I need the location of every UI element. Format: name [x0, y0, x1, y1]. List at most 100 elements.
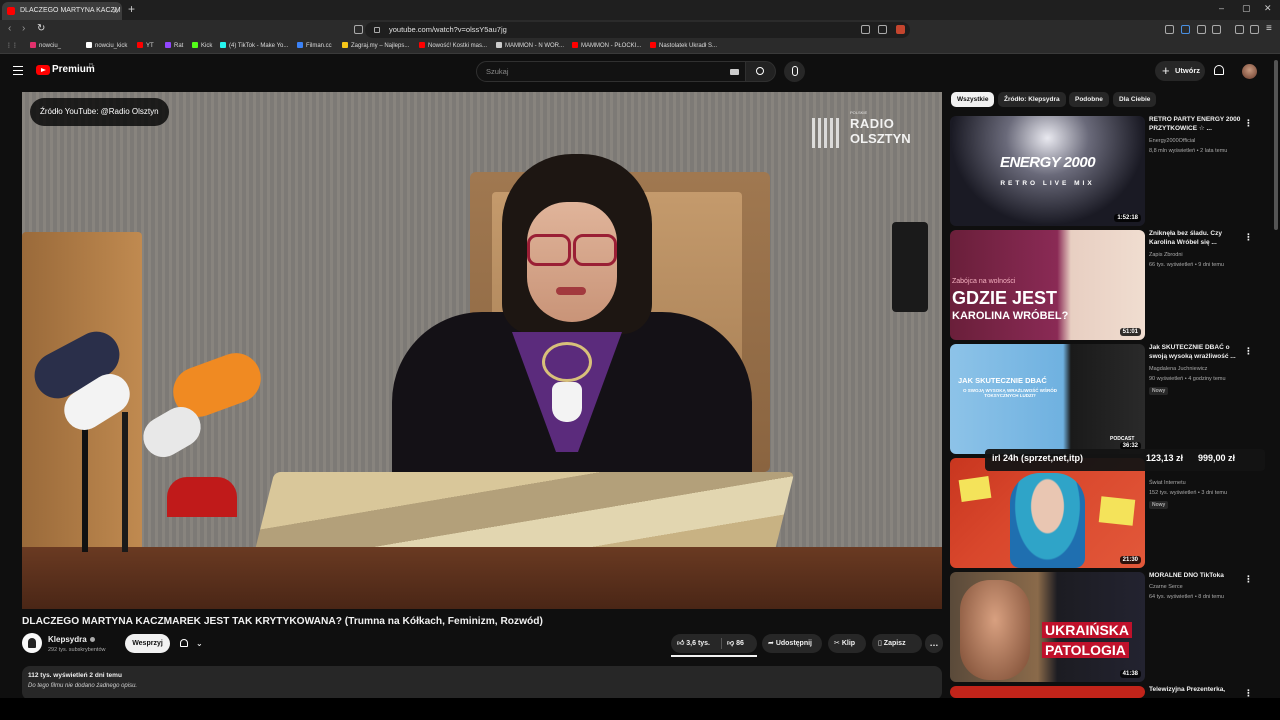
bookmark-favicon-icon: [297, 42, 303, 48]
more-options-icon[interactable]: ⋮: [1244, 688, 1253, 698]
overlay-goal-text: irl 24h (sprzet,net,itp): [992, 453, 1084, 463]
hamburger-menu-icon[interactable]: [13, 66, 23, 75]
bookmark-item[interactable]: Rat: [165, 42, 183, 49]
radio-logo-line2: OLSZTYN: [850, 131, 911, 146]
channel-name[interactable]: Klepsydra: [48, 635, 95, 644]
maximize-button[interactable]: ▢: [1242, 3, 1251, 14]
bookmark-page-icon[interactable]: [354, 25, 363, 34]
video-player[interactable]: Źródło YouTube: @Radio Olsztyn POLSKIE R…: [22, 92, 942, 609]
brave-shield-icon[interactable]: [896, 25, 905, 34]
recommendation-channel[interactable]: Zapis Zbrodni: [1149, 252, 1183, 258]
recommendation-title[interactable]: Zniknęła bez śladu. Czy Karolina Wróbel …: [1149, 230, 1241, 248]
recommendation-title[interactable]: RETRO PARTY ENERGY 2000 PRZYTKOWICE ☆ ..…: [1149, 116, 1241, 134]
minimize-button[interactable]: –: [1219, 3, 1224, 13]
keyboard-icon[interactable]: [730, 69, 739, 75]
recommendation-item[interactable]: 21:30 Świat Internetu 152 tys. wyświetle…: [950, 458, 1270, 570]
bookmark-item[interactable]: Zagraj.my – Najleps...: [342, 42, 409, 49]
bookmark-item[interactable]: Kick: [192, 42, 212, 49]
recommendation-item[interactable]: Zabójca na wolności GDZIE JEST KAROLINA …: [950, 230, 1270, 342]
create-button[interactable]: + Utwórz: [1155, 61, 1205, 81]
browser-tab[interactable]: DLACZEGO MARTYNA KACZM ×: [2, 2, 122, 20]
clip-button[interactable]: ✂ Klip: [828, 634, 866, 653]
extension-icon[interactable]: [1197, 25, 1206, 34]
apps-grid-icon[interactable]: ⋮⋮: [6, 42, 18, 49]
thumbnail[interactable]: ENERGY 2000 RETRO LIVE MIX 1:52:18: [950, 116, 1145, 226]
close-tab-icon[interactable]: ×: [113, 2, 118, 20]
recommendation-title[interactable]: Jak SKUTECZNIE DBAĆ o swoją wysoką wrażl…: [1149, 344, 1241, 362]
recommendation-channel[interactable]: Magdalena Juchniewicz: [1149, 366, 1207, 372]
recommendation-item[interactable]: UKRAIŃSKA PATOLOGIA 41:38 MORALNE DNO Ti…: [950, 572, 1270, 684]
support-button[interactable]: Wesprzyj: [125, 634, 170, 653]
bookmark-item[interactable]: Nastolatek Ukradł S...: [650, 42, 717, 49]
site-info-icon[interactable]: [374, 27, 380, 33]
dislike-button[interactable]: 👎︎ 86: [727, 634, 744, 653]
glasses: [525, 234, 619, 266]
more-options-icon[interactable]: ⋮: [1244, 232, 1253, 243]
recommendation-channel[interactable]: Świat Internetu: [1149, 480, 1186, 486]
recommendation-item[interactable]: ENERGY 2000 RETRO LIVE MIX 1:52:18 RETRO…: [950, 116, 1270, 228]
new-tab-button[interactable]: +: [128, 2, 135, 16]
share-page-icon[interactable]: [878, 25, 887, 34]
bookmark-item[interactable]: Filman.cc: [297, 42, 332, 49]
recommendation-title[interactable]: MORALNE DNO TikToka: [1149, 572, 1241, 581]
browser-tab-bar: DLACZEGO MARTYNA KACZM × + – ▢ ✕: [0, 0, 1280, 20]
bookmark-item[interactable]: MAMMON - N WOR...: [496, 42, 564, 49]
close-window-button[interactable]: ✕: [1264, 3, 1272, 14]
recommendation-title[interactable]: Telewizyjna Prezenterka,: [1149, 686, 1241, 695]
share-button[interactable]: ➦ Udostępnij: [762, 634, 822, 653]
chip-related[interactable]: Podobne: [1069, 92, 1109, 107]
thumbnail[interactable]: JAK SKUTECZNIE DBAĆ O SWOJĄ WYSOKĄ WRAŻL…: [950, 344, 1145, 454]
search-icon: [756, 67, 764, 75]
chip-source[interactable]: Źródło: Klepsydra: [998, 92, 1066, 107]
search-button[interactable]: [746, 61, 776, 82]
scrollbar[interactable]: [1274, 60, 1278, 230]
notifications-bell-icon[interactable]: [1214, 65, 1224, 75]
recommendation-channel[interactable]: Czarne Serce: [1149, 584, 1183, 590]
audio-icon[interactable]: [1181, 25, 1190, 34]
vpn-icon[interactable]: [1165, 25, 1174, 34]
duration-badge: 1:52:18: [1114, 214, 1141, 222]
forward-arrow-icon[interactable]: ›: [22, 23, 25, 34]
back-arrow-icon[interactable]: ‹: [8, 23, 11, 34]
bookmark-item[interactable]: YT: [137, 42, 154, 49]
more-options-icon[interactable]: ⋮: [1244, 118, 1253, 129]
recommendation-channel[interactable]: Energy2000Official: [1149, 138, 1195, 144]
scissors-icon: ✂: [834, 640, 842, 647]
more-options-icon[interactable]: ⋮: [1244, 574, 1253, 585]
bookmark-item[interactable]: MAMMON - PŁOCKI...: [572, 42, 641, 49]
bookmark-item[interactable]: (4) TikTok - Make Yo...: [220, 42, 288, 49]
bookmark-item[interactable]: nowciu_: [30, 42, 61, 49]
avatar[interactable]: [1242, 64, 1257, 79]
save-button[interactable]: ▯ Zapisz: [872, 634, 922, 653]
recommendation-meta: 66 tys. wyświetleń • 9 dni temu: [1149, 262, 1224, 268]
chip-all[interactable]: Wszystkie: [951, 92, 995, 107]
reload-icon[interactable]: ↻: [37, 23, 45, 34]
more-actions-button[interactable]: …: [925, 634, 943, 653]
thumbnail[interactable]: 21:30: [950, 458, 1145, 568]
bookmark-item[interactable]: Nowość! Kostki mas...: [419, 42, 487, 49]
description-box[interactable]: 112 tys. wyświetleń 2 dni temu Do tego f…: [22, 666, 942, 700]
create-label: Utwórz: [1175, 66, 1200, 75]
like-button[interactable]: 👍︎ 3,6 tys.: [677, 634, 710, 653]
thumbnail[interactable]: UKRAIŃSKA PATOLOGIA 41:38: [950, 572, 1145, 682]
thumbnail[interactable]: Zabójca na wolności GDZIE JEST KAROLINA …: [950, 230, 1145, 340]
voice-search-icon[interactable]: [784, 61, 805, 82]
recommendation-item[interactable]: JAK SKUTECZNIE DBAĆ O SWOJĄ WYSOKĄ WRAŻL…: [950, 344, 1270, 456]
channel-avatar[interactable]: [22, 633, 42, 653]
chip-for-you[interactable]: Dla Ciebie: [1113, 92, 1157, 107]
bookmark-label: Nastolatek Ukradł S...: [659, 43, 718, 49]
thumbnail[interactable]: [950, 686, 1145, 698]
cast-icon[interactable]: [861, 25, 870, 34]
wallet-icon[interactable]: [1212, 25, 1221, 34]
notification-settings-button[interactable]: ⌄: [174, 634, 210, 653]
bookmark-item[interactable]: nowciu_kick: [86, 42, 127, 49]
more-options-icon[interactable]: ⋮: [1244, 346, 1253, 357]
menu-icon[interactable]: ≡: [1266, 23, 1272, 34]
search-input[interactable]: Szukaj: [476, 61, 746, 82]
youtube-logo-icon[interactable]: [36, 65, 50, 75]
address-bar[interactable]: youtube.com/watch?v=olssY5au7jg: [365, 22, 910, 38]
media-icon[interactable]: [1235, 25, 1244, 34]
recommendation-item[interactable]: Telewizyjna Prezenterka, ⋮: [950, 686, 1270, 698]
bookmark-favicon-icon: [650, 42, 656, 48]
leo-icon[interactable]: [1250, 25, 1259, 34]
